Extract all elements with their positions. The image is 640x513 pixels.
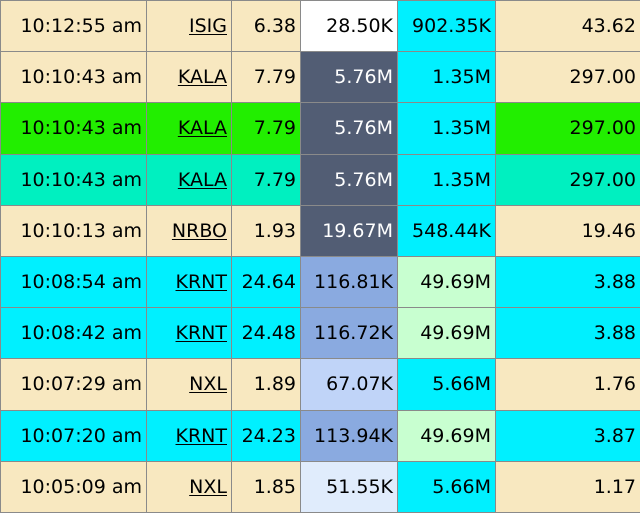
price-cell: 1.93: [232, 205, 301, 256]
price-cell: 7.79: [232, 52, 301, 103]
symbol-cell: KRNT: [147, 256, 232, 307]
price-cell: 24.48: [232, 308, 301, 359]
price-cell: 7.79: [232, 103, 301, 154]
float-cell: 5.66M: [398, 461, 496, 512]
symbol-cell: KALA: [147, 52, 232, 103]
symbol-link[interactable]: KALA: [178, 117, 227, 139]
symbol-cell: KALA: [147, 154, 232, 205]
table-row[interactable]: 10:08:54 am KRNT 24.64 116.81K 49.69M 3.…: [1, 256, 640, 307]
last-value-cell: 3.88: [496, 256, 640, 307]
float-cell: 49.69M: [398, 410, 496, 461]
table-row[interactable]: 10:12:55 am ISIG 6.38 28.50K 902.35K 43.…: [1, 1, 640, 52]
time-cell: 10:12:55 am: [1, 1, 147, 52]
float-cell: 1.35M: [398, 52, 496, 103]
table-row[interactable]: 10:10:43 am KALA 7.79 5.76M 1.35M 297.00: [1, 103, 640, 154]
table-row[interactable]: 10:07:20 am KRNT 24.23 113.94K 49.69M 3.…: [1, 410, 640, 461]
symbol-link[interactable]: NRBO: [172, 220, 227, 242]
symbol-link[interactable]: KALA: [178, 169, 227, 191]
table-row[interactable]: 10:08:42 am KRNT 24.48 116.72K 49.69M 3.…: [1, 308, 640, 359]
time-cell: 10:10:43 am: [1, 154, 147, 205]
last-value-cell: 19.46: [496, 205, 640, 256]
time-cell: 10:05:09 am: [1, 461, 147, 512]
volume-cell: 116.81K: [301, 256, 398, 307]
price-cell: 6.38: [232, 1, 301, 52]
symbol-link[interactable]: KRNT: [176, 271, 227, 293]
price-cell: 24.23: [232, 410, 301, 461]
table-row[interactable]: 10:05:09 am NXL 1.85 51.55K 5.66M 1.17: [1, 461, 640, 512]
alerts-table-body: 10:12:55 am ISIG 6.38 28.50K 902.35K 43.…: [1, 1, 640, 513]
table-row[interactable]: 10:10:43 am KALA 7.79 5.76M 1.35M 297.00: [1, 52, 640, 103]
table-row[interactable]: 10:10:13 am NRBO 1.93 19.67M 548.44K 19.…: [1, 205, 640, 256]
last-value-cell: 3.87: [496, 410, 640, 461]
time-cell: 10:10:43 am: [1, 103, 147, 154]
symbol-link[interactable]: KALA: [178, 66, 227, 88]
symbol-link[interactable]: ISIG: [189, 15, 227, 37]
time-cell: 10:08:42 am: [1, 308, 147, 359]
price-cell: 1.85: [232, 461, 301, 512]
time-cell: 10:10:13 am: [1, 205, 147, 256]
last-value-cell: 297.00: [496, 154, 640, 205]
price-cell: 1.89: [232, 359, 301, 410]
symbol-cell: ISIG: [147, 1, 232, 52]
symbol-cell: KALA: [147, 103, 232, 154]
last-value-cell: 297.00: [496, 103, 640, 154]
last-value-cell: 43.62: [496, 1, 640, 52]
float-cell: 49.69M: [398, 256, 496, 307]
float-cell: 902.35K: [398, 1, 496, 52]
last-value-cell: 3.88: [496, 308, 640, 359]
table-row[interactable]: 10:07:29 am NXL 1.89 67.07K 5.66M 1.76: [1, 359, 640, 410]
float-cell: 548.44K: [398, 205, 496, 256]
volume-cell: 5.76M: [301, 52, 398, 103]
symbol-link[interactable]: NXL: [189, 476, 227, 498]
float-cell: 5.66M: [398, 359, 496, 410]
volume-cell: 51.55K: [301, 461, 398, 512]
float-cell: 49.69M: [398, 308, 496, 359]
table-row[interactable]: 10:10:43 am KALA 7.79 5.76M 1.35M 297.00: [1, 154, 640, 205]
symbol-cell: NXL: [147, 461, 232, 512]
volume-cell: 5.76M: [301, 103, 398, 154]
volume-cell: 28.50K: [301, 1, 398, 52]
volume-cell: 113.94K: [301, 410, 398, 461]
symbol-cell: NRBO: [147, 205, 232, 256]
alerts-table: 10:12:55 am ISIG 6.38 28.50K 902.35K 43.…: [0, 0, 640, 513]
symbol-cell: KRNT: [147, 410, 232, 461]
last-value-cell: 1.76: [496, 359, 640, 410]
volume-cell: 116.72K: [301, 308, 398, 359]
price-cell: 7.79: [232, 154, 301, 205]
volume-cell: 67.07K: [301, 359, 398, 410]
time-cell: 10:08:54 am: [1, 256, 147, 307]
time-cell: 10:10:43 am: [1, 52, 147, 103]
last-value-cell: 297.00: [496, 52, 640, 103]
symbol-cell: NXL: [147, 359, 232, 410]
volume-cell: 19.67M: [301, 205, 398, 256]
time-cell: 10:07:20 am: [1, 410, 147, 461]
symbol-link[interactable]: KRNT: [176, 425, 227, 447]
time-cell: 10:07:29 am: [1, 359, 147, 410]
float-cell: 1.35M: [398, 154, 496, 205]
volume-cell: 5.76M: [301, 154, 398, 205]
symbol-cell: KRNT: [147, 308, 232, 359]
float-cell: 1.35M: [398, 103, 496, 154]
price-cell: 24.64: [232, 256, 301, 307]
last-value-cell: 1.17: [496, 461, 640, 512]
symbol-link[interactable]: NXL: [189, 373, 227, 395]
symbol-link[interactable]: KRNT: [176, 322, 227, 344]
